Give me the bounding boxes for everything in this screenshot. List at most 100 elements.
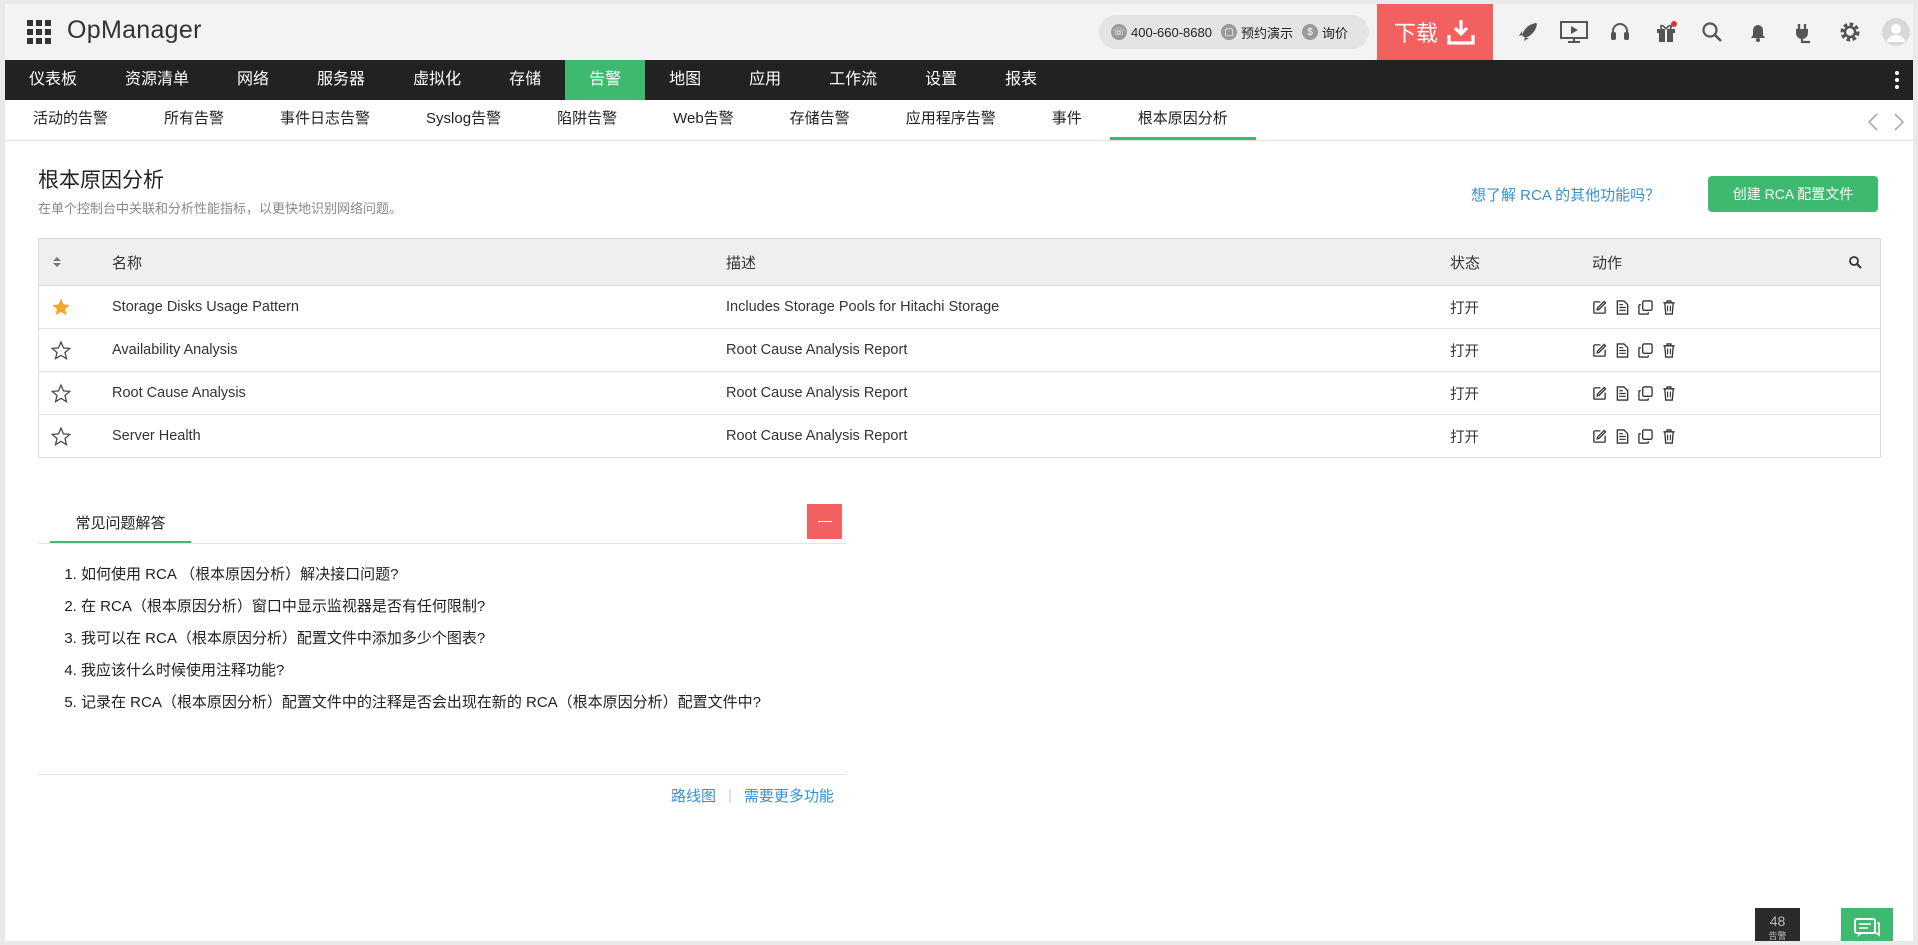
demo-link[interactable]: ▢ 预约演示 xyxy=(1220,23,1293,42)
search-icon[interactable] xyxy=(1689,20,1735,44)
edit-icon[interactable] xyxy=(1592,428,1607,444)
app-logo[interactable]: OpManager xyxy=(67,16,202,45)
apps-grid-icon[interactable] xyxy=(27,20,51,44)
faq-item[interactable]: 如何使用 RCA （根本原因分析）解决接口问题? xyxy=(81,564,821,585)
table-search-icon[interactable] xyxy=(1848,239,1862,285)
sub-nav-tab-5[interactable]: Web告警 xyxy=(645,100,762,140)
roadmap-link[interactable]: 路线图 xyxy=(671,785,716,806)
alarm-count: 48 xyxy=(1769,913,1786,929)
main-nav-item-11[interactable]: 报表 xyxy=(981,60,1061,100)
chevron-right-icon[interactable] xyxy=(1893,112,1905,132)
column-header-name[interactable]: 名称 xyxy=(112,239,142,285)
report-icon[interactable] xyxy=(1616,299,1629,315)
main-nav-item-4[interactable]: 虚拟化 xyxy=(389,60,485,100)
bell-icon[interactable] xyxy=(1735,20,1781,44)
rca-profile-table: 名称 描述 状态 动作 Storage Disks Usage Pattern I… xyxy=(38,238,1881,458)
main-nav-item-10[interactable]: 设置 xyxy=(901,60,981,100)
row-name[interactable]: Root Cause Analysis xyxy=(112,372,246,414)
edit-icon[interactable] xyxy=(1592,342,1607,358)
page-subtitle: 在单个控制台中关联和分析性能指标，以更快地识别网络问题。 xyxy=(38,201,403,216)
phone-icon: ☏ xyxy=(1111,24,1127,40)
sub-nav-tab-3[interactable]: Syslog告警 xyxy=(398,100,529,140)
star-outline-icon[interactable] xyxy=(51,372,71,414)
sub-nav-tab-2[interactable]: 事件日志告警 xyxy=(252,100,398,140)
main-nav-item-3[interactable]: 服务器 xyxy=(293,60,389,100)
demo-label: 预约演示 xyxy=(1240,25,1293,41)
main-nav-item-8[interactable]: 应用 xyxy=(725,60,805,100)
copy-icon[interactable] xyxy=(1638,342,1653,358)
row-name[interactable]: Availability Analysis xyxy=(112,329,237,371)
column-header-status[interactable]: 状态 xyxy=(1450,239,1480,285)
sub-nav-tab-0[interactable]: 活动的告警 xyxy=(5,100,136,140)
more-menu-icon[interactable] xyxy=(1895,71,1899,92)
table-row[interactable]: Root Cause Analysis Root Cause Analysis R… xyxy=(39,372,1880,415)
headset-icon[interactable] xyxy=(1597,20,1643,44)
learn-more-link[interactable]: 想了解 RCA 的其他功能吗？ xyxy=(1471,184,1660,205)
faq-item[interactable]: 在 RCA（根本原因分析）窗口中显示监视器是否有任何限制? xyxy=(81,596,821,617)
price-link[interactable]: $ 询价 xyxy=(1301,23,1348,42)
chevron-left-icon[interactable] xyxy=(1867,112,1879,132)
table-row[interactable]: Server Health Root Cause Analysis Report 打… xyxy=(39,415,1880,457)
copy-icon[interactable] xyxy=(1638,385,1653,401)
main-nav-item-0[interactable]: 仪表板 xyxy=(5,60,101,100)
report-icon[interactable] xyxy=(1616,342,1629,358)
row-name[interactable]: Storage Disks Usage Pattern xyxy=(112,286,299,328)
more-features-link[interactable]: 需要更多功能 xyxy=(744,785,834,806)
column-header-description[interactable]: 描述 xyxy=(726,239,756,285)
copy-icon[interactable] xyxy=(1638,299,1653,315)
rocket-icon[interactable] xyxy=(1505,20,1551,44)
trash-icon[interactable] xyxy=(1662,342,1676,358)
faq-item[interactable]: 我可以在 RCA（根本原因分析）配置文件中添加多少个图表? xyxy=(81,628,821,649)
sub-nav-tab-8[interactable]: 事件 xyxy=(1024,100,1110,140)
price-label: 询价 xyxy=(1321,25,1348,41)
report-icon[interactable] xyxy=(1616,385,1629,401)
main-nav-item-5[interactable]: 存储 xyxy=(485,60,565,100)
faq-tab[interactable]: 常见问题解答 xyxy=(50,504,191,543)
star-outline-icon[interactable] xyxy=(51,415,71,457)
sub-nav-tab-6[interactable]: 存储告警 xyxy=(762,100,878,140)
sub-nav-tab-4[interactable]: 陷阱告警 xyxy=(529,100,645,140)
main-nav-item-6[interactable]: 告警 xyxy=(565,60,646,100)
faq-item[interactable]: 记录在 RCA（根本原因分析）配置文件中的注释是否会出现在新的 RCA（根本原因… xyxy=(81,692,821,713)
gift-icon[interactable] xyxy=(1643,20,1689,44)
row-name[interactable]: Server Health xyxy=(112,415,201,457)
download-button[interactable]: 下载 xyxy=(1377,4,1493,60)
presentation-icon[interactable] xyxy=(1551,20,1597,44)
chat-button[interactable] xyxy=(1841,908,1893,941)
star-filled-icon[interactable] xyxy=(51,286,71,328)
plug-icon[interactable] xyxy=(1781,20,1827,44)
sort-icon[interactable] xyxy=(51,239,63,285)
table-row[interactable]: Storage Disks Usage Pattern Includes Stor… xyxy=(39,286,1880,329)
main-nav-item-1[interactable]: 资源清单 xyxy=(101,60,213,100)
gear-icon[interactable] xyxy=(1827,20,1873,44)
dollar-icon: $ xyxy=(1301,24,1318,40)
main-nav-item-9[interactable]: 工作流 xyxy=(805,60,901,100)
alarm-count-widget[interactable]: 48 告警 xyxy=(1755,908,1800,941)
trash-icon[interactable] xyxy=(1662,385,1676,401)
edit-icon[interactable] xyxy=(1592,385,1607,401)
faq-links: 路线图 | 需要更多功能 xyxy=(671,785,834,806)
create-rca-profile-button[interactable]: 创建 RCA 配置文件 xyxy=(1708,176,1878,212)
trash-icon[interactable] xyxy=(1662,428,1676,444)
phone-link[interactable]: ☏ 400-660-8680 xyxy=(1111,24,1212,40)
table-body: Storage Disks Usage Pattern Includes Stor… xyxy=(39,286,1880,457)
main-nav-item-7[interactable]: 地图 xyxy=(645,60,725,100)
table-header: 名称 描述 状态 动作 xyxy=(39,239,1880,286)
page-title: 根本原因分析 xyxy=(38,169,164,192)
sub-nav-tab-9[interactable]: 根本原因分析 xyxy=(1109,100,1256,140)
faq-collapse-button[interactable] xyxy=(807,504,842,539)
report-icon[interactable] xyxy=(1616,428,1629,444)
chat-icon xyxy=(1854,917,1880,937)
user-avatar-icon[interactable] xyxy=(1873,17,1913,47)
edit-icon[interactable] xyxy=(1592,299,1607,315)
row-status: 打开 xyxy=(1450,300,1479,317)
sub-nav-tab-7[interactable]: 应用程序告警 xyxy=(878,100,1024,140)
copy-icon[interactable] xyxy=(1638,428,1653,444)
table-row[interactable]: Availability Analysis Root Cause Analysis… xyxy=(39,329,1880,372)
star-outline-icon[interactable] xyxy=(51,329,71,371)
main-nav-item-2[interactable]: 网络 xyxy=(213,60,293,100)
download-icon xyxy=(1447,20,1475,45)
sub-nav-tab-1[interactable]: 所有告警 xyxy=(136,100,252,140)
faq-item[interactable]: 我应该什么时候使用注释功能? xyxy=(81,660,821,681)
trash-icon[interactable] xyxy=(1662,299,1676,315)
